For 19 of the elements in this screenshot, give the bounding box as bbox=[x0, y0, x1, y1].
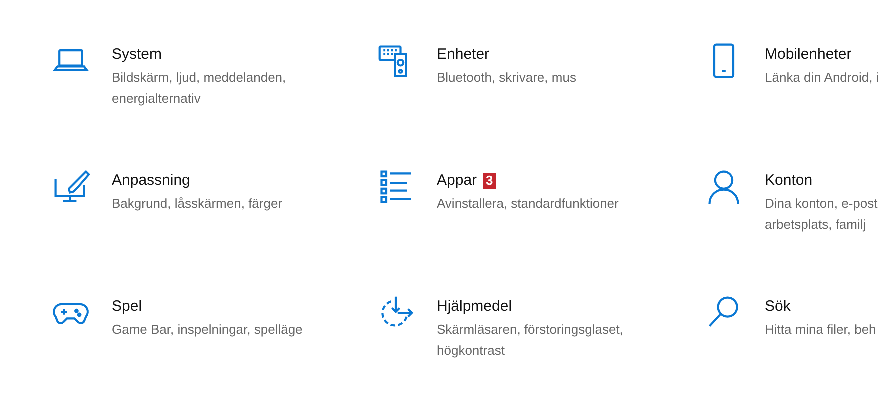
setting-title[interactable]: Appar bbox=[437, 171, 478, 191]
setting-title[interactable]: Konton bbox=[765, 171, 813, 191]
setting-description: Bluetooth, skrivare, mus bbox=[437, 69, 576, 87]
setting-title[interactable]: Mobilenheter bbox=[765, 45, 852, 65]
notification-badge: 3 bbox=[483, 173, 496, 189]
setting-title[interactable]: Anpassning bbox=[112, 171, 190, 191]
setting-description: Länka din Android, i bbox=[765, 69, 880, 87]
setting-title[interactable]: Hjälpmedel bbox=[437, 297, 512, 317]
setting-description: Skärmläsaren, förstoringsglaset, högkontrast bbox=[437, 321, 624, 360]
setting-description: Game Bar, inspelningar, spelläge bbox=[112, 321, 303, 339]
setting-title[interactable]: Sök bbox=[765, 297, 791, 317]
setting-description: Avinstallera, standardfunktioner bbox=[437, 195, 619, 213]
setting-title[interactable]: Enheter bbox=[437, 45, 490, 65]
setting-description: Hitta mina filer, beh bbox=[765, 321, 876, 339]
setting-description: Bakgrund, låsskärmen, färger bbox=[112, 195, 283, 213]
setting-description: Bildskärm, ljud, meddelanden, energialternativ bbox=[112, 69, 288, 108]
setting-title[interactable]: Spel bbox=[112, 297, 142, 317]
setting-title[interactable]: System bbox=[112, 45, 162, 65]
setting-description: Dina konton, e-post arbetsplats, familj bbox=[765, 195, 879, 234]
